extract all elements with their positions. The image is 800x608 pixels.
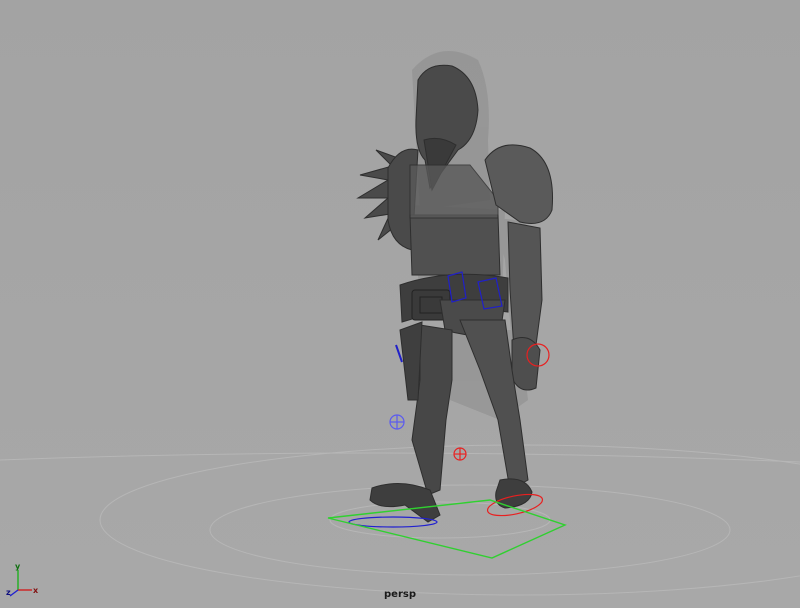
scene-canvas[interactable]: [0, 0, 800, 608]
knee-pole-left: [389, 414, 405, 430]
coat-flap: [399, 321, 423, 401]
root-control: [327, 499, 567, 559]
spine-fk-control: [395, 344, 403, 363]
right-hand: [511, 337, 541, 391]
axis-y-label: y: [15, 562, 21, 571]
torso: [409, 214, 501, 276]
camera-name-label: persp: [384, 589, 416, 600]
knee-pole-right: [453, 447, 467, 461]
right-arm: [507, 221, 543, 351]
perspective-viewport[interactable]: y z x persp: [0, 0, 800, 608]
ground-grid: [0, 444, 800, 596]
foot-ik-left: [348, 516, 438, 528]
